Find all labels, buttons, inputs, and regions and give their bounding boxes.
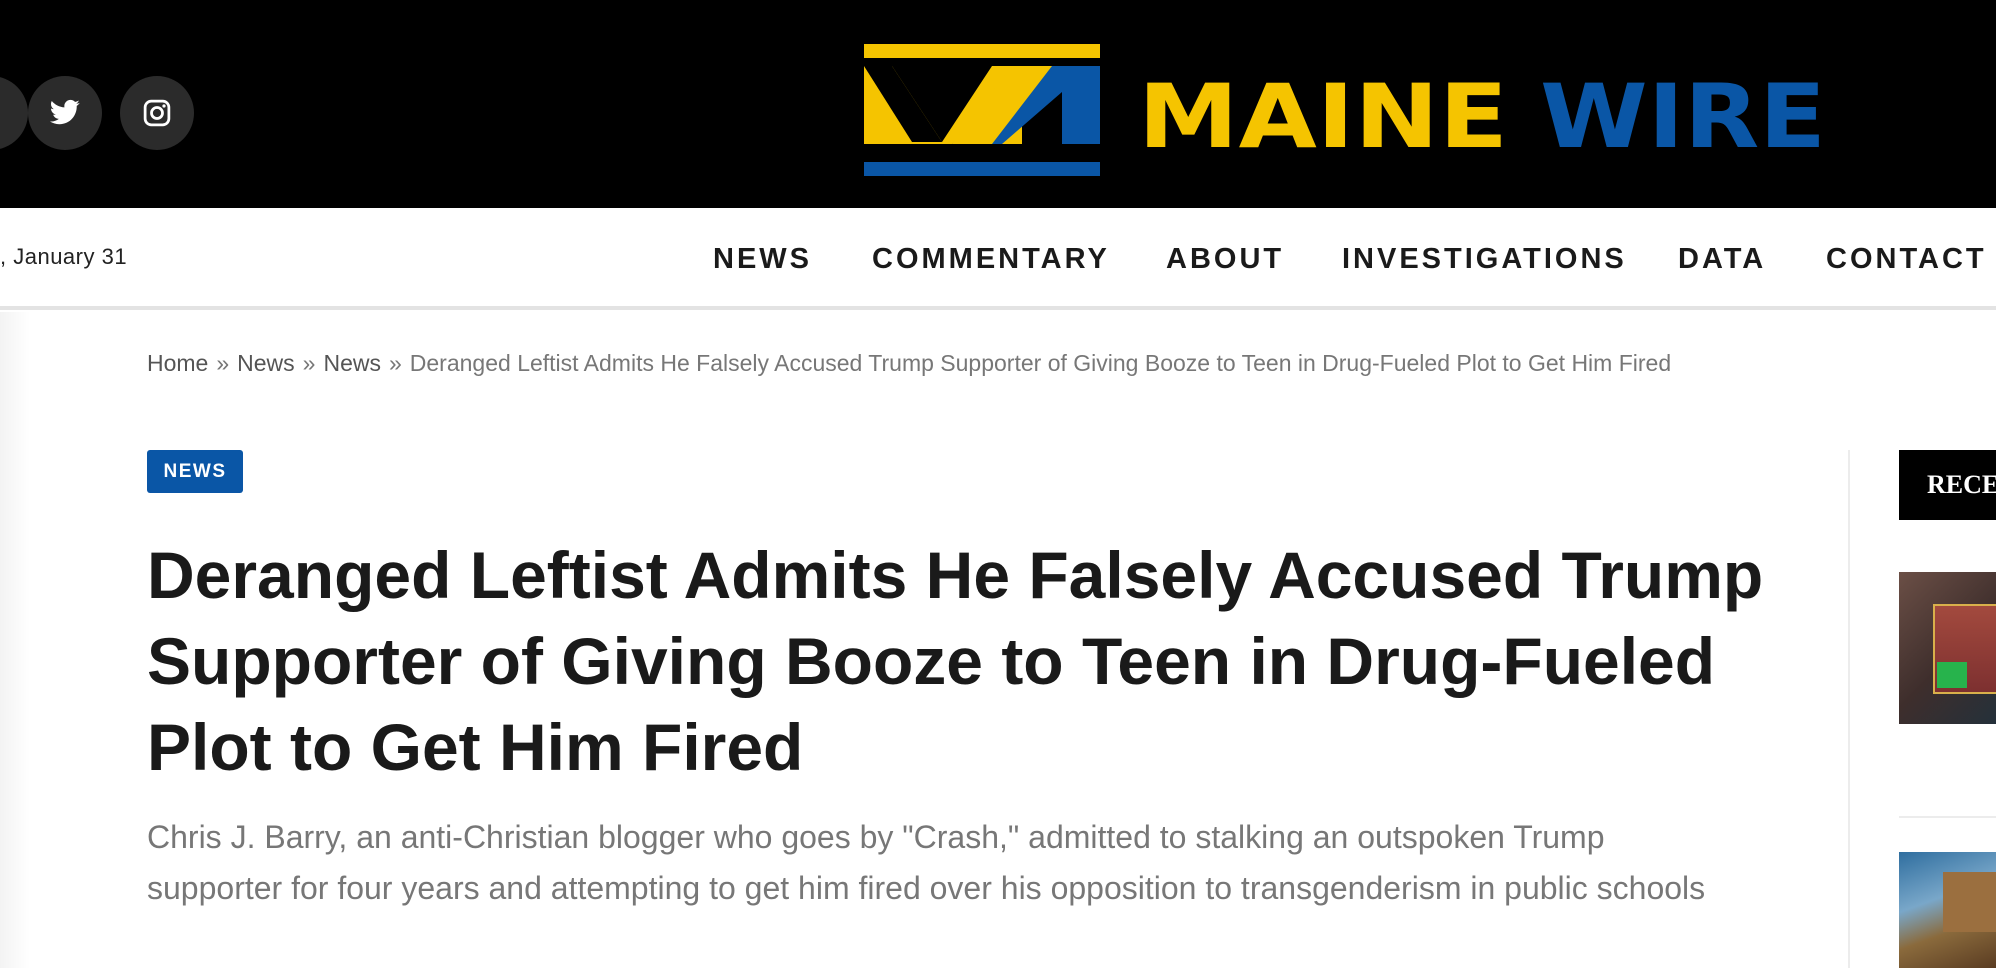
brand-maine: MAINE bbox=[1138, 65, 1508, 168]
article-subtitle: Chris J. Barry, an anti-Christian blogge… bbox=[147, 819, 1706, 906]
current-date: , January 31 bbox=[0, 244, 128, 269]
nav-investigations[interactable]: INVESTIGATIONS bbox=[1342, 208, 1627, 306]
sidebar-divider bbox=[1848, 450, 1850, 968]
breadcrumb-news-sub[interactable]: News bbox=[323, 350, 381, 376]
recent-posts-heading-text: RECE bbox=[1927, 470, 1996, 499]
site-header: MAINE WIRE bbox=[0, 0, 1996, 208]
page-edge-shadow bbox=[0, 312, 30, 968]
breadcrumb-current: Deranged Leftist Admits He Falsely Accus… bbox=[409, 350, 1672, 376]
nav-about[interactable]: ABOUT bbox=[1166, 208, 1284, 306]
thumbnail-detail bbox=[1943, 872, 1996, 932]
nav-contact[interactable]: CONTACT bbox=[1826, 208, 1987, 306]
twitter-icon[interactable] bbox=[28, 76, 102, 150]
breadcrumb-separator: » bbox=[388, 350, 402, 376]
breadcrumb-news[interactable]: News bbox=[237, 350, 295, 376]
nav-commentary[interactable]: COMMENTARY bbox=[872, 208, 1110, 306]
article-title: Deranged Leftist Admits He Falsely Accus… bbox=[147, 538, 1764, 784]
instagram-icon[interactable] bbox=[120, 76, 194, 150]
recent-posts-heading: RECE bbox=[1899, 450, 1996, 520]
breadcrumb-separator: » bbox=[216, 350, 230, 376]
brand-wire: WIRE bbox=[1540, 65, 1826, 168]
main-nav: , January 31 NEWS COMMENTARY ABOUT INVES… bbox=[0, 208, 1996, 310]
sidebar-item-divider bbox=[1899, 816, 1996, 818]
recent-post-thumbnail[interactable] bbox=[1899, 572, 1996, 724]
thumbnail-detail bbox=[1937, 662, 1967, 688]
site-logo[interactable]: MAINE WIRE bbox=[862, 42, 1826, 187]
category-badge[interactable]: NEWS bbox=[147, 450, 243, 493]
recent-post-thumbnail[interactable] bbox=[1899, 852, 1996, 968]
breadcrumb-separator: » bbox=[302, 350, 316, 376]
nav-news[interactable]: NEWS bbox=[713, 208, 812, 306]
logo-mark-icon bbox=[864, 44, 1100, 176]
breadcrumb: Home » News » News » Deranged Leftist Admits H… bbox=[147, 350, 1671, 377]
breadcrumb-home[interactable]: Home bbox=[147, 350, 208, 376]
nav-data[interactable]: DATA bbox=[1678, 208, 1766, 306]
facebook-icon[interactable] bbox=[0, 76, 28, 150]
